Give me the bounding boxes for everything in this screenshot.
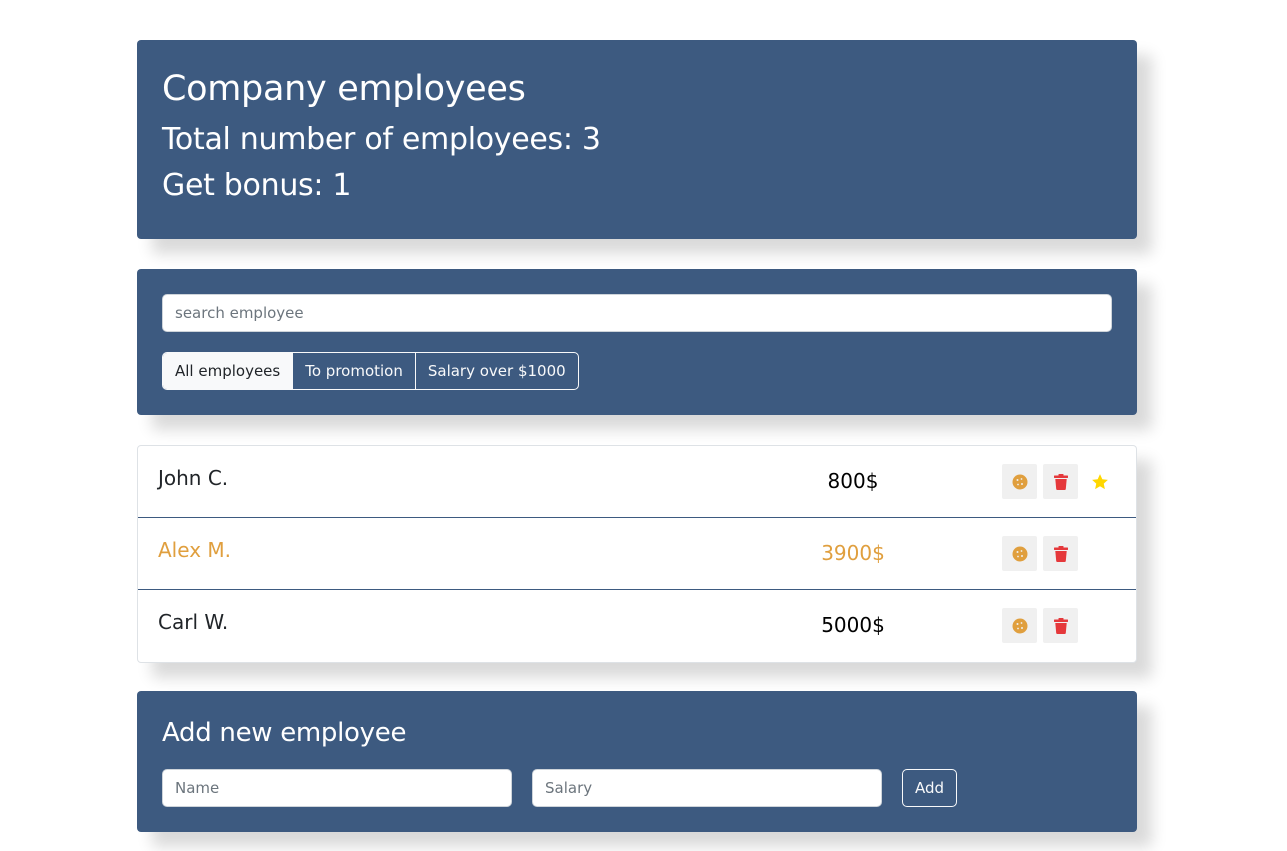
cookie-icon [1012, 618, 1027, 633]
employee-name[interactable]: John C. [158, 466, 228, 490]
trash-icon [1053, 617, 1068, 634]
add-button[interactable]: Add [902, 769, 958, 807]
increase-button[interactable] [1002, 464, 1037, 499]
app-info-panel: Company employees Total number of employ… [137, 40, 1137, 239]
add-employee-title: Add new employee [162, 718, 407, 748]
employee-row[interactable]: Carl W. 5000$ [138, 590, 1136, 662]
cookie-icon [1012, 546, 1027, 561]
row-actions [1002, 608, 1084, 643]
trash-icon [1053, 545, 1068, 562]
delete-button[interactable] [1043, 536, 1078, 571]
trash-icon [1053, 473, 1068, 490]
star-icon [1090, 472, 1110, 492]
filter-promotion-button[interactable]: To promotion [292, 353, 415, 389]
employee-salary[interactable]: 3900$ [798, 541, 908, 565]
delete-button[interactable] [1043, 608, 1078, 643]
employee-name[interactable]: Carl W. [158, 610, 228, 634]
search-filter-panel: All employees To promotion Salary over $… [137, 269, 1137, 415]
name-input[interactable] [162, 769, 512, 807]
page-title: Company employees [162, 69, 526, 109]
filter-button-group: All employees To promotion Salary over $… [162, 352, 579, 390]
add-employee-panel: Add new employee Add [137, 691, 1137, 832]
increase-button[interactable] [1002, 608, 1037, 643]
employee-list: John C. 800$ Alex M. 3900$ Carl W. 5000$ [137, 445, 1137, 663]
employee-row[interactable]: Alex M. 3900$ [138, 518, 1136, 590]
add-employee-form: Add [162, 769, 1112, 807]
cookie-icon [1012, 474, 1027, 489]
search-input[interactable] [162, 294, 1112, 332]
bonus-count: Get bonus: 1 [162, 168, 352, 203]
employee-name[interactable]: Alex M. [158, 538, 231, 562]
delete-button[interactable] [1043, 464, 1078, 499]
employee-salary[interactable]: 5000$ [798, 613, 908, 637]
row-actions [1002, 536, 1084, 571]
total-employees-count: Total number of employees: 3 [162, 122, 601, 157]
filter-all-button[interactable]: All employees [163, 353, 293, 389]
salary-input[interactable] [532, 769, 882, 807]
filter-salary-button[interactable]: Salary over $1000 [414, 353, 578, 389]
employee-salary[interactable]: 800$ [798, 469, 908, 493]
row-actions [1002, 464, 1110, 499]
increase-button[interactable] [1002, 536, 1037, 571]
employee-row[interactable]: John C. 800$ [138, 446, 1136, 518]
